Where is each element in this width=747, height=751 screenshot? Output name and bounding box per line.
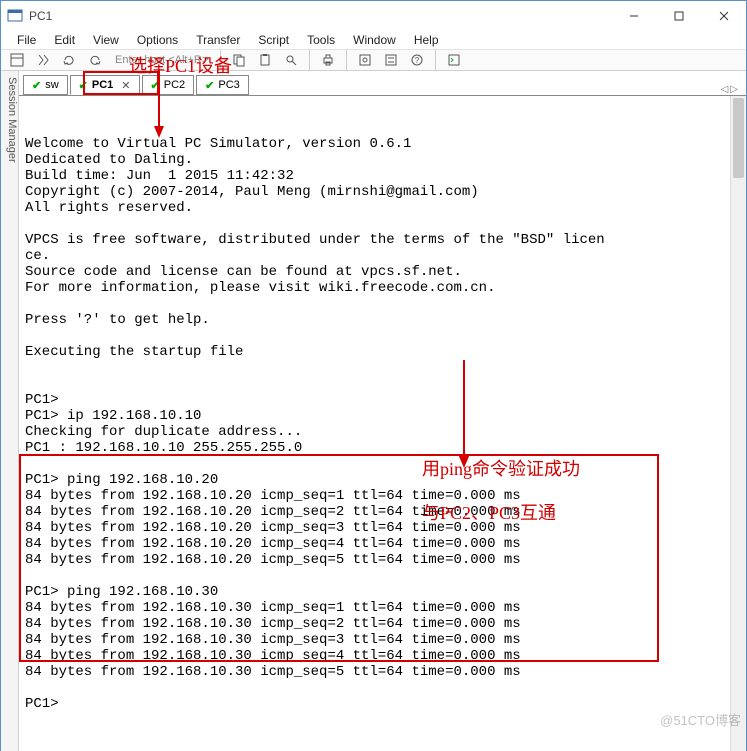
menubar: File Edit View Options Transfer Script T… (1, 31, 746, 49)
tab-pc1[interactable]: ✔ PC1 ✕ (70, 75, 140, 95)
annotation-ping-verify: 用ping命令验证成功 与PC2、PC3互通 (377, 436, 580, 546)
maximize-button[interactable] (656, 1, 701, 31)
titlebar: PC1 (1, 1, 746, 31)
check-icon: ✔ (151, 79, 160, 92)
toolbar: Enter host <Alt+R> ? 选择PC1设备 (1, 49, 746, 71)
toolbar-separator (435, 50, 436, 70)
app-window: PC1 File Edit View Options Transfer Scri… (0, 0, 747, 751)
terminal[interactable]: Welcome to Virtual PC Simulator, version… (19, 95, 746, 751)
annotation-line: 用ping命令验证成功 (422, 459, 580, 479)
svg-text:?: ? (415, 56, 420, 65)
check-icon: ✔ (79, 79, 88, 92)
session-manager-icon[interactable] (7, 50, 27, 70)
toolbar-separator (309, 50, 310, 70)
window-title: PC1 (29, 9, 611, 23)
watermark: @51CTO博客 (660, 710, 741, 729)
menu-file[interactable]: File (9, 31, 44, 49)
copy-icon[interactable] (229, 50, 249, 70)
tab-label: PC1 (92, 79, 113, 91)
menu-options[interactable]: Options (129, 31, 186, 49)
session-manager-sidebar[interactable]: Session Manager (1, 71, 19, 751)
app-icon (7, 8, 23, 24)
menu-tools[interactable]: Tools (299, 31, 343, 49)
reconnect-icon[interactable] (59, 50, 79, 70)
menu-transfer[interactable]: Transfer (188, 31, 248, 49)
menu-window[interactable]: Window (345, 31, 404, 49)
tab-label: PC2 (164, 79, 185, 91)
minimize-button[interactable] (611, 1, 656, 31)
tab-label: PC3 (218, 79, 239, 91)
vertical-scrollbar[interactable] (730, 96, 746, 751)
properties-icon[interactable] (381, 50, 401, 70)
paste-icon[interactable] (255, 50, 275, 70)
close-icon[interactable]: ✕ (121, 79, 130, 92)
check-icon: ✔ (32, 79, 41, 92)
help-icon[interactable]: ? (407, 50, 427, 70)
tab-pc3[interactable]: ✔ PC3 (196, 75, 249, 95)
annotation-line: 与PC2、PC3互通 (422, 503, 556, 523)
toolbar-separator (346, 50, 347, 70)
tab-scroll-right-icon[interactable]: ▷ (730, 84, 738, 95)
scrollbar-thumb[interactable] (733, 98, 744, 178)
print-icon[interactable] (318, 50, 338, 70)
script-icon[interactable] (444, 50, 464, 70)
annotation-select-device: 选择PC1设备 (129, 52, 232, 78)
quick-connect-icon[interactable] (33, 50, 53, 70)
disconnect-icon[interactable] (85, 50, 105, 70)
tab-sw[interactable]: ✔ sw (23, 75, 68, 95)
menu-edit[interactable]: Edit (46, 31, 83, 49)
tab-pc2[interactable]: ✔ PC2 (142, 75, 195, 95)
find-icon[interactable] (281, 50, 301, 70)
tab-label: sw (45, 79, 58, 91)
menu-script[interactable]: Script (250, 31, 297, 49)
menu-help[interactable]: Help (406, 31, 447, 49)
close-button[interactable] (701, 1, 746, 31)
settings-icon[interactable] (355, 50, 375, 70)
tab-scroll-left-icon[interactable]: ◁ (721, 84, 729, 95)
check-icon: ✔ (205, 79, 214, 92)
menu-view[interactable]: View (85, 31, 127, 49)
